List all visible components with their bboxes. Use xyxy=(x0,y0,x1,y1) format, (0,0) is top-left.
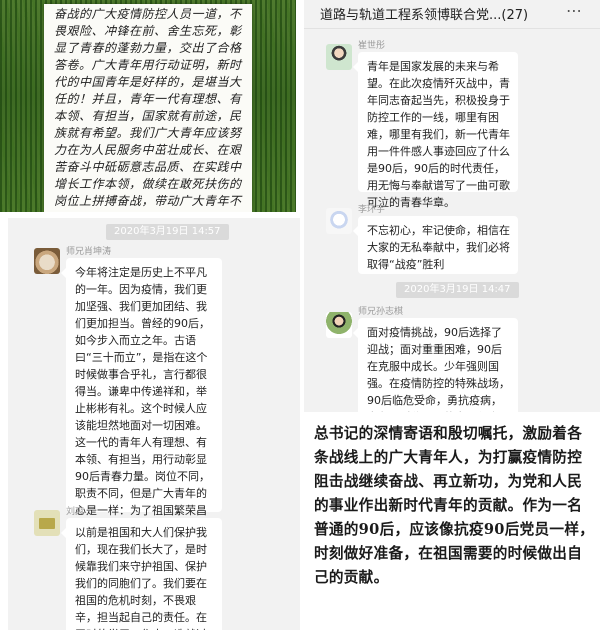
message-text: 不忘初心，牢记使命，相信在大家的无私奉献中，我们必将取得“战疫”胜利 xyxy=(367,224,510,271)
sender-name: 崔世彤 xyxy=(358,41,386,51)
avatar-dog[interactable] xyxy=(34,248,60,274)
note-paper: 奋战的广大疫情防控人员一道，不畏艰险、冲锋在前、舍生忘死，彰显了青春的蓬勃力量，… xyxy=(44,4,252,212)
chat-timestamp: 2020年3月19日 14:57 xyxy=(106,224,229,240)
message-text: 青年是国家发展的未来与希望。在此次疫情歼灭战中，青年同志奋起当先，积极投身于防控… xyxy=(367,60,510,209)
chat-title: 道路与轨道工程系领博联合党...(27) xyxy=(320,8,529,23)
note-text: 总书记的深情寄语和殷切嘱托，激励着各条战线上的广大青年人，为打赢疫情防控阻击战继… xyxy=(314,425,595,586)
message-bubble[interactable]: 面对疫情挑战，90后选择了迎战；面对重重困难，90后在克服中成长。少年强则国强。… xyxy=(353,318,518,412)
chat-title-bar: 道路与轨道工程系领博联合党...(27) ⋯ xyxy=(304,0,600,29)
sender-name: 师兄肖坤涛 xyxy=(66,247,112,257)
message-bubble[interactable]: 不忘初心，牢记使命，相信在大家的无私奉献中，我们必将取得“战疫”胜利 xyxy=(353,216,518,274)
sender-name: 师兄孙志棋 xyxy=(358,307,404,317)
message-bubble[interactable]: 今年将注定是历史上不平凡的一年。因为疫情，我们更加坚强、我们更加团结、我们更加担… xyxy=(61,258,222,551)
avatar-person[interactable] xyxy=(326,44,352,70)
avatar-person[interactable] xyxy=(326,312,352,338)
handwritten-note: 总书记的深情寄语和殷切嘱托，激励着各条战线上的广大青年人，为打赢疫情防控阻击战继… xyxy=(304,416,600,630)
message-bubble[interactable]: 青年是国家发展的未来与希望。在此次疫情歼灭战中，青年同志奋起当先，积极投身于防控… xyxy=(353,52,518,209)
avatar-folder[interactable] xyxy=(34,510,60,536)
message-text: 面对疫情挑战，90后选择了迎战；面对重重困难，90后在克服中成长。少年强则国强。… xyxy=(367,326,510,412)
message-text: 今年将注定是历史上不平凡的一年。因为疫情，我们更加坚强、我们更加团结、我们更加担… xyxy=(75,266,210,551)
message-bubble[interactable]: 以前是祖国和大人们保护我们，现在我们长大了，是时候靠我们来守护祖国、保护我们的同… xyxy=(61,518,222,630)
message-text: 以前是祖国和大人们保护我们，现在我们长大了，是时候靠我们来守护祖国、保护我们的同… xyxy=(75,526,207,630)
more-options-icon[interactable]: ⋯ xyxy=(566,1,582,20)
folder-icon xyxy=(39,518,55,529)
sender-name: 刘爽 xyxy=(66,507,85,517)
chat-screenshot-left: 2020年3月19日 14:57 师兄肖坤涛 今年将注定是历史上不平凡的一年。因… xyxy=(8,218,300,630)
sender-name: 李环宇 xyxy=(358,205,386,215)
handwritten-note-photo: 奋战的广大疫情防控人员一道，不畏艰险、冲锋在前、舍生忘死，彰显了青春的蓬勃力量，… xyxy=(0,0,296,212)
note-text: 奋战的广大疫情防控人员一道，不畏艰险、冲锋在前、舍生忘死，彰显了青春的蓬勃力量，… xyxy=(54,7,242,208)
chat-screenshot-right: 道路与轨道工程系领博联合党...(27) ⋯ 崔世彤 青年是国家发展的未来与希望… xyxy=(304,0,600,412)
chat-timestamp: 2020年3月19日 14:47 xyxy=(396,282,519,298)
avatar-person[interactable] xyxy=(326,208,352,234)
